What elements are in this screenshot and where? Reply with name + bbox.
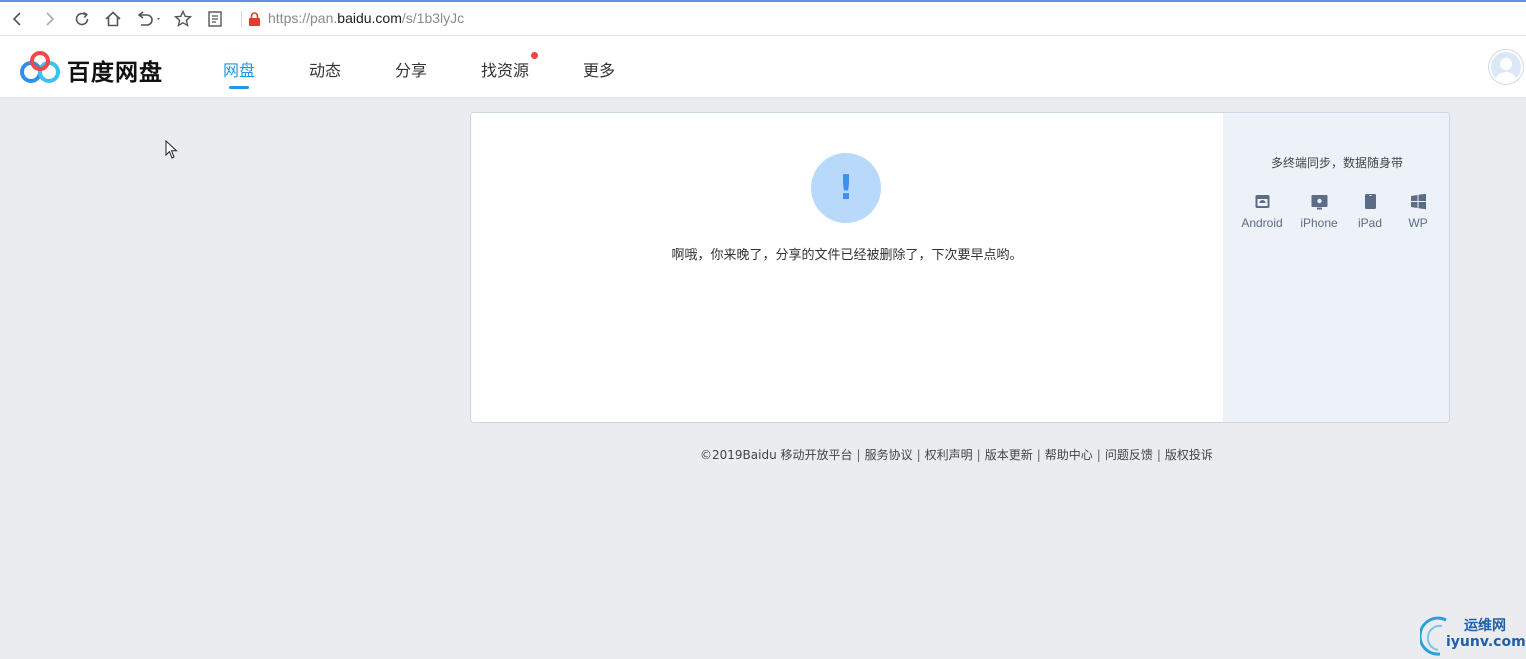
footer-link-copyright-complaint[interactable]: 版权投诉 — [1165, 448, 1213, 462]
mouse-cursor-icon — [165, 140, 178, 159]
watermark-domain: iyunv.com — [1446, 634, 1526, 650]
app-header: 百度网盘 网盘 动态 分享 找资源 更多 — [0, 36, 1526, 98]
brand-name[interactable]: 百度网盘 — [67, 53, 163, 87]
device-label: Android — [1241, 216, 1283, 230]
back-icon[interactable] — [7, 8, 29, 30]
footer-link-feedback[interactable]: 问题反馈 — [1105, 448, 1153, 462]
share-error-card: ! 啊哦，你来晚了，分享的文件已经被删除了，下次要早点哟。 多终端同步，数据随身… — [470, 112, 1450, 423]
toolbar-divider — [241, 11, 242, 27]
device-android[interactable]: Android — [1232, 193, 1292, 230]
star-icon[interactable] — [172, 8, 194, 30]
footer-link-help[interactable]: 帮助中心 — [1045, 448, 1093, 462]
url-path: /s/1b3lyJc — [401, 10, 465, 26]
iphone-icon — [1311, 195, 1327, 210]
address-bar[interactable]: https://pan.baidu.com/s/1b3lyJc — [268, 10, 464, 26]
undo-history-icon[interactable] — [134, 8, 164, 30]
footer-link-rights[interactable]: 权利声明 — [925, 448, 973, 462]
nav-active-indicator — [229, 86, 249, 89]
windows-icon — [1410, 193, 1426, 210]
device-label: WP — [1408, 216, 1428, 230]
error-panel: ! 啊哦，你来晚了，分享的文件已经被删除了，下次要早点哟。 — [471, 113, 1223, 422]
url-prefix: https://pan. — [268, 10, 338, 26]
reading-list-icon[interactable] — [204, 8, 226, 30]
android-icon — [1255, 195, 1269, 208]
footer-link-updates[interactable]: 版本更新 — [985, 448, 1033, 462]
error-message: 啊哦，你来晚了，分享的文件已经被删除了，下次要早点哟。 — [671, 248, 1023, 263]
ipad-icon — [1364, 194, 1376, 209]
watermark-name: 运维网 — [1464, 618, 1506, 634]
page-footer: ©2019Baidu 移动开放平台 | 服务协议 | 权利声明 | 版本更新 | 帮助中心 | 问题… — [700, 448, 1213, 462]
lock-icon[interactable] — [248, 12, 261, 31]
exclamation-icon: ! — [811, 153, 881, 223]
device-label: iPhone — [1300, 216, 1338, 230]
baidu-netdisk-logo[interactable] — [19, 51, 61, 85]
footer-link-terms[interactable]: 服务协议 — [865, 448, 913, 462]
user-avatar[interactable] — [1489, 50, 1523, 84]
home-icon[interactable] — [102, 8, 124, 30]
footer-copyright: ©2019Baidu — [700, 448, 777, 462]
nav-netdisk[interactable]: 网盘 — [223, 57, 255, 81]
forward-icon[interactable] — [38, 8, 60, 30]
nav-find-resources[interactable]: 找资源 — [481, 57, 529, 81]
url-domain: baidu.com — [337, 10, 402, 26]
browser-toolbar: https://pan.baidu.com/s/1b3lyJc — [0, 0, 1526, 36]
device-wp[interactable]: WP — [1388, 193, 1448, 230]
refresh-icon[interactable] — [71, 8, 93, 30]
nav-activity[interactable]: 动态 — [309, 57, 341, 81]
device-label: iPad — [1357, 216, 1383, 230]
nav-share[interactable]: 分享 — [395, 57, 427, 81]
footer-link-open-platform[interactable]: 移动开放平台 — [781, 448, 853, 462]
notification-badge — [531, 52, 538, 59]
sidebar-title: 多终端同步，数据随身带 — [1270, 156, 1403, 170]
download-sidebar: 多终端同步，数据随身带 Android iPhone iPad WP — [1223, 113, 1449, 422]
nav-more[interactable]: 更多 — [583, 57, 615, 81]
